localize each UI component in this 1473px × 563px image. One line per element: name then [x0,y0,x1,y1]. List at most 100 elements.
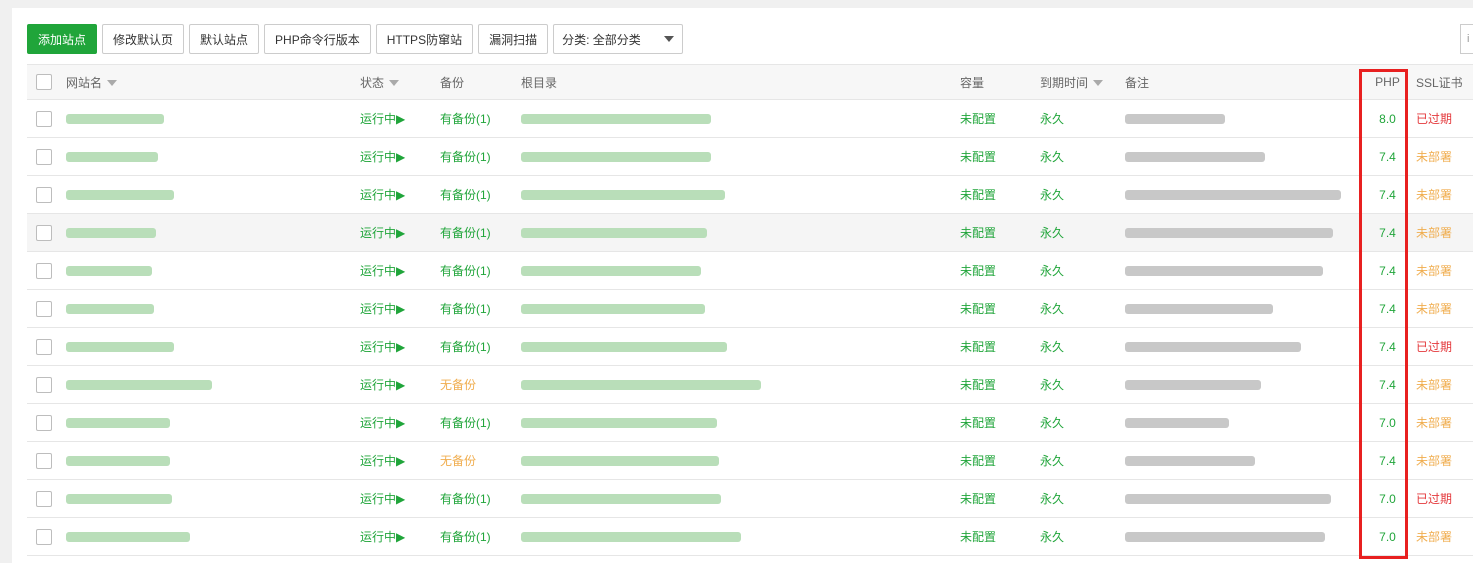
expire-cell[interactable]: 永久 [1040,137,1125,176]
expire-cell[interactable]: 永久 [1040,289,1125,328]
status-cell[interactable]: 运行中▶ [360,365,440,404]
site-name-link[interactable] [66,266,152,277]
status-cell[interactable]: 运行中▶ [360,99,440,138]
site-name-link[interactable] [66,152,158,163]
col-status[interactable]: 状态 [360,64,440,100]
row-checkbox[interactable] [36,452,52,469]
row-checkbox[interactable] [36,528,52,545]
vuln-scan-button[interactable]: 漏洞扫描 [478,24,549,54]
ssl-status-cell[interactable]: 未部署 [1416,289,1473,328]
capacity-cell[interactable]: 未配置 [960,175,1040,214]
backup-cell[interactable]: 有备份(1) [440,213,521,252]
capacity-cell[interactable]: 未配置 [960,365,1040,404]
ssl-status-cell[interactable]: 未部署 [1416,403,1473,442]
remark-field[interactable] [1125,190,1341,201]
expire-cell[interactable]: 永久 [1040,403,1125,442]
row-checkbox[interactable] [36,338,52,355]
row-checkbox[interactable] [36,148,52,165]
row-checkbox[interactable] [36,110,52,127]
site-name-link[interactable] [66,190,174,201]
table-row[interactable]: 运行中▶ 有备份(1) 未配置 永久 8.0 已过期 [27,99,1473,138]
status-cell[interactable]: 运行中▶ [360,137,440,176]
capacity-cell[interactable]: 未配置 [960,327,1040,366]
ssl-status-cell[interactable]: 未部署 [1416,441,1473,480]
expire-cell[interactable]: 永久 [1040,479,1125,518]
capacity-cell[interactable]: 未配置 [960,137,1040,176]
expire-cell[interactable]: 永久 [1040,213,1125,252]
backup-cell[interactable]: 有备份(1) [440,99,521,138]
table-row[interactable]: 运行中▶ 有备份(1) 未配置 永久 7.4 未部署 [27,251,1473,290]
row-checkbox[interactable] [36,490,52,507]
backup-cell[interactable]: 有备份(1) [440,327,521,366]
site-name-link[interactable] [66,494,172,505]
expire-cell[interactable]: 永久 [1040,327,1125,366]
table-row[interactable]: 运行中▶ 有备份(1) 未配置 永久 7.4 未部署 [27,289,1473,328]
capacity-cell[interactable]: 未配置 [960,403,1040,442]
root-dir-link[interactable] [521,228,707,239]
remark-field[interactable] [1125,304,1273,315]
root-dir-link[interactable] [521,342,727,353]
root-dir-link[interactable] [521,304,705,315]
root-dir-link[interactable] [521,114,711,125]
remark-field[interactable] [1125,532,1325,543]
root-dir-link[interactable] [521,418,717,429]
status-cell[interactable]: 运行中▶ [360,251,440,290]
status-cell[interactable]: 运行中▶ [360,175,440,214]
root-dir-link[interactable] [521,532,741,543]
backup-cell[interactable]: 有备份(1) [440,289,521,328]
capacity-cell[interactable]: 未配置 [960,251,1040,290]
table-row[interactable]: 运行中▶ 有备份(1) 未配置 永久 7.0 未部署 [27,517,1473,556]
php-version-cell[interactable]: 7.4 [1359,441,1416,480]
root-dir-link[interactable] [521,380,761,391]
add-site-button[interactable]: 添加站点 [27,24,98,54]
status-cell[interactable]: 运行中▶ [360,289,440,328]
col-site-name[interactable]: 网站名 [66,64,360,100]
ssl-status-cell[interactable]: 已过期 [1416,99,1473,138]
expire-cell[interactable]: 永久 [1040,251,1125,290]
expire-cell[interactable]: 永久 [1040,175,1125,214]
ssl-status-cell[interactable]: 未部署 [1416,365,1473,404]
backup-cell[interactable]: 有备份(1) [440,137,521,176]
backup-cell[interactable]: 有备份(1) [440,517,521,556]
row-checkbox[interactable] [36,414,52,431]
remark-field[interactable] [1125,494,1331,505]
status-cell[interactable]: 运行中▶ [360,441,440,480]
site-name-link[interactable] [66,114,164,125]
remark-field[interactable] [1125,152,1265,163]
remark-field[interactable] [1125,456,1255,467]
remark-field[interactable] [1125,380,1261,391]
expire-cell[interactable]: 永久 [1040,517,1125,556]
root-dir-link[interactable] [521,456,719,467]
root-dir-link[interactable] [521,190,725,201]
row-checkbox[interactable] [36,186,52,203]
backup-cell[interactable]: 无备份 [440,441,521,480]
php-version-cell[interactable]: 7.4 [1359,213,1416,252]
site-name-link[interactable] [66,342,174,353]
status-cell[interactable]: 运行中▶ [360,327,440,366]
ssl-status-cell[interactable]: 未部署 [1416,137,1473,176]
php-version-cell[interactable]: 7.4 [1359,175,1416,214]
table-row[interactable]: 运行中▶ 有备份(1) 未配置 永久 7.4 已过期 [27,327,1473,366]
remark-field[interactable] [1125,228,1333,239]
php-version-cell[interactable]: 7.0 [1359,479,1416,518]
modify-default-page-button[interactable]: 修改默认页 [102,24,185,54]
https-protect-button[interactable]: HTTPS防窜站 [375,24,474,54]
capacity-cell[interactable]: 未配置 [960,99,1040,138]
row-checkbox[interactable] [36,224,52,241]
row-checkbox[interactable] [36,376,52,393]
remark-field[interactable] [1125,114,1225,125]
site-name-link[interactable] [66,380,212,391]
category-select[interactable]: 分类: 全部分类 [553,24,684,54]
site-name-link[interactable] [66,418,170,429]
root-dir-link[interactable] [521,266,701,277]
ssl-status-cell[interactable]: 已过期 [1416,479,1473,518]
status-cell[interactable]: 运行中▶ [360,517,440,556]
table-row[interactable]: 运行中▶ 有备份(1) 未配置 永久 7.4 未部署 [27,213,1473,252]
php-cli-version-button[interactable]: PHP命令行版本 [264,24,371,54]
ssl-status-cell[interactable]: 未部署 [1416,517,1473,556]
site-name-link[interactable] [66,228,156,239]
backup-cell[interactable]: 有备份(1) [440,479,521,518]
expire-cell[interactable]: 永久 [1040,365,1125,404]
backup-cell[interactable]: 有备份(1) [440,251,521,290]
site-name-link[interactable] [66,456,170,467]
